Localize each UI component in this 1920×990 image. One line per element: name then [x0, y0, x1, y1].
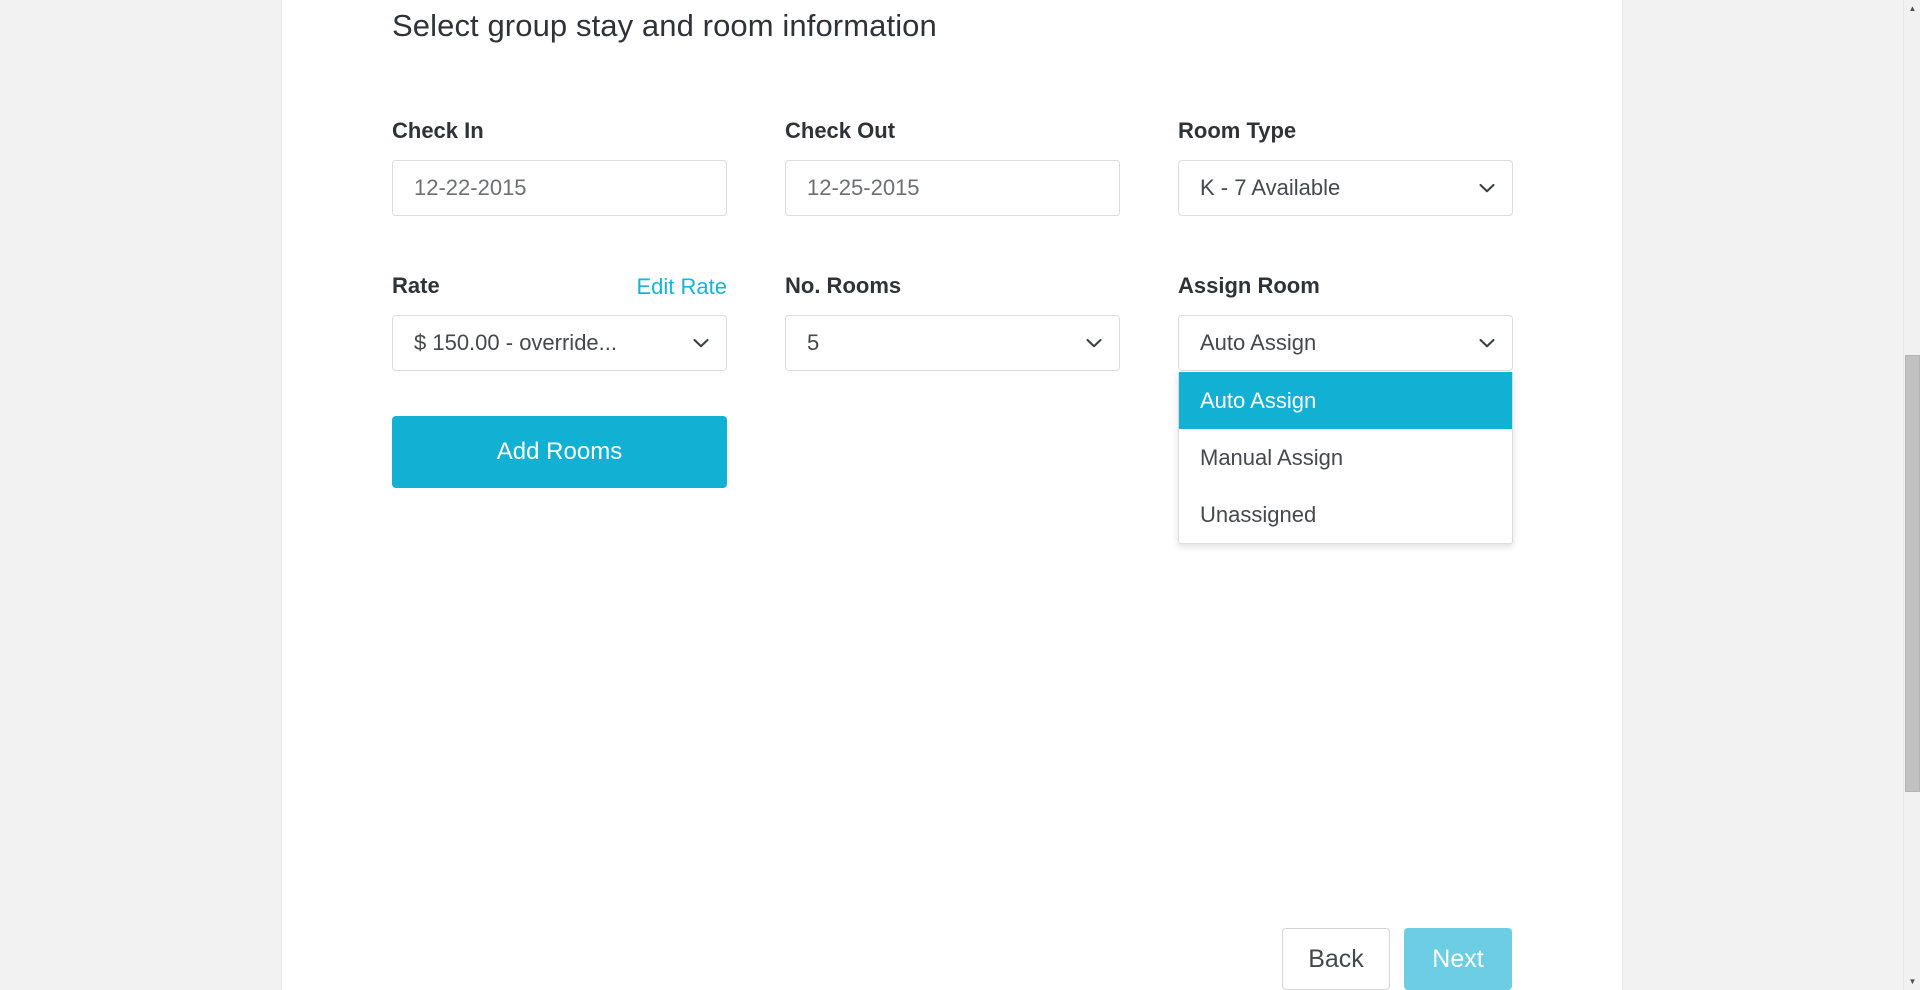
no-rooms-value: 5	[807, 330, 820, 355]
room-type-label: Room Type	[1178, 118, 1297, 143]
scroll-thumb[interactable]	[1905, 355, 1920, 792]
assign-room-value: Auto Assign	[1200, 330, 1317, 355]
rate-label: Rate	[392, 273, 440, 298]
field-head-check-out: Check Out	[785, 118, 1120, 150]
check-in-input[interactable]: 12-22-2015	[392, 160, 727, 216]
assign-room-select[interactable]: Auto Assign	[1178, 315, 1513, 371]
page-scrollbar[interactable]: ▲ ▼	[1903, 0, 1920, 990]
form-row-1: Check In 12-22-2015 Check Out 12-25-2015	[392, 118, 1513, 273]
group-stay-form: Check In 12-22-2015 Check Out 12-25-2015	[392, 118, 1513, 544]
room-type-value: K - 7 Available	[1200, 175, 1341, 200]
scroll-down-arrow-icon[interactable]: ▼	[1904, 973, 1920, 990]
check-in-value: 12-22-2015	[414, 175, 527, 200]
dropdown-option-manual-assign[interactable]: Manual Assign	[1179, 429, 1512, 486]
no-rooms-select[interactable]: 5	[785, 315, 1120, 371]
field-head-no-rooms: No. Rooms	[785, 273, 1120, 305]
room-type-select[interactable]: K - 7 Available	[1178, 160, 1513, 216]
field-room-type: Room Type K - 7 Available	[1178, 118, 1513, 216]
dropdown-option-label: Manual Assign	[1200, 444, 1344, 470]
check-in-label: Check In	[392, 118, 484, 143]
dropdown-option-label: Auto Assign	[1200, 387, 1317, 413]
chevron-down-icon	[1083, 332, 1105, 354]
field-head-check-in: Check In	[392, 118, 727, 150]
chevron-down-icon	[690, 332, 712, 354]
add-rooms-button[interactable]: Add Rooms	[392, 416, 727, 488]
rate-select[interactable]: $ 150.00 - override...	[392, 315, 727, 371]
field-head-room-type: Room Type	[1178, 118, 1513, 150]
check-out-value: 12-25-2015	[807, 175, 920, 200]
back-button[interactable]: Back	[1282, 928, 1390, 990]
dropdown-option-unassigned[interactable]: Unassigned	[1179, 486, 1512, 543]
check-out-input[interactable]: 12-25-2015	[785, 160, 1120, 216]
form-row-2: Rate Edit Rate $ 150.00 - override... No…	[392, 273, 1513, 544]
field-assign-room: Assign Room Auto Assign Auto Assign Manu…	[1178, 273, 1513, 544]
wizard-footer: Back Next	[392, 928, 1512, 990]
field-head-assign-room: Assign Room	[1178, 273, 1513, 305]
chevron-down-icon	[1476, 332, 1498, 354]
next-button[interactable]: Next	[1404, 928, 1512, 990]
scroll-up-arrow-icon[interactable]: ▲	[1904, 0, 1920, 17]
page-title: Select group stay and room information	[392, 8, 937, 43]
field-check-out: Check Out 12-25-2015	[785, 118, 1120, 216]
dropdown-option-auto-assign[interactable]: Auto Assign	[1179, 372, 1512, 429]
no-rooms-label: No. Rooms	[785, 273, 902, 298]
dropdown-option-label: Unassigned	[1200, 501, 1317, 527]
field-rate: Rate Edit Rate $ 150.00 - override...	[392, 273, 727, 371]
rate-value: $ 150.00 - override...	[414, 330, 618, 355]
assign-room-label: Assign Room	[1178, 273, 1320, 298]
field-head-rate: Rate Edit Rate	[392, 273, 727, 305]
chevron-down-icon	[1476, 177, 1498, 199]
app-root: Select group stay and room information C…	[0, 0, 1920, 990]
check-out-label: Check Out	[785, 118, 896, 143]
assign-room-dropdown-menu: Auto Assign Manual Assign Unassigned	[1178, 372, 1513, 544]
edit-rate-link[interactable]: Edit Rate	[637, 274, 728, 300]
field-no-rooms: No. Rooms 5	[785, 273, 1120, 371]
field-check-in: Check In 12-22-2015	[392, 118, 727, 216]
content-card: Select group stay and room information C…	[281, 0, 1623, 990]
